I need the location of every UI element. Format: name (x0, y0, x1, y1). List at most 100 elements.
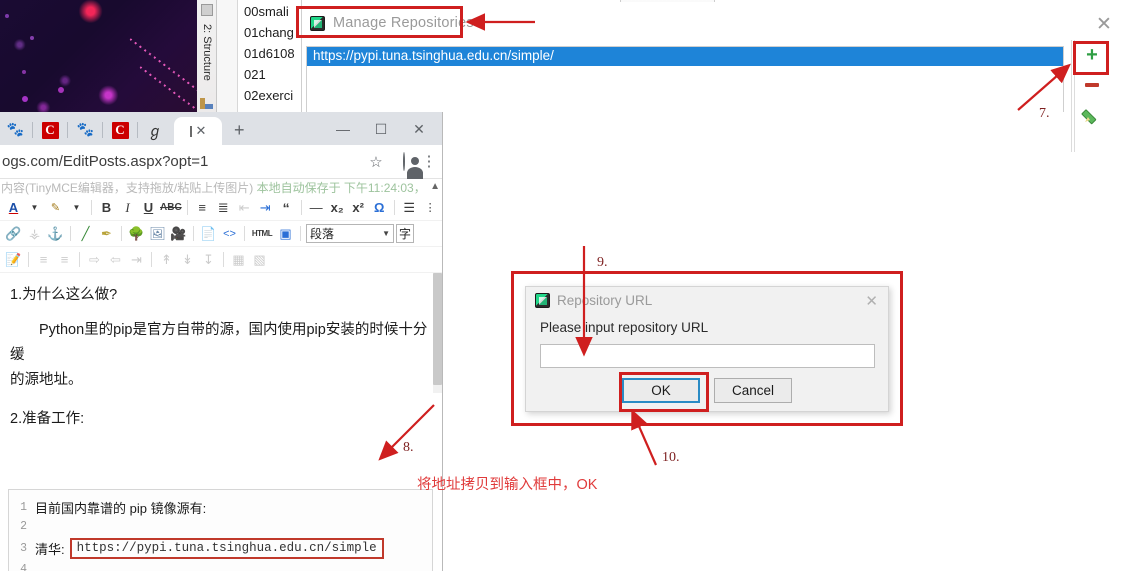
scrollbar-thumb[interactable] (433, 273, 442, 385)
html-button[interactable]: HTML (250, 224, 274, 244)
cnblogs-favicon-2[interactable]: C (109, 119, 131, 141)
repository-list-item-selected[interactable]: https://pypi.tuna.tsinghua.edu.cn/simple… (307, 47, 1063, 66)
new-tab-button[interactable]: + (234, 120, 245, 141)
outdent-button[interactable]: ⇤ (235, 198, 254, 218)
indent-b-button[interactable]: ⇦ (106, 250, 125, 270)
brush-button[interactable]: ✒ (97, 224, 116, 244)
insert-image-button[interactable]: 🖼 (148, 224, 167, 244)
close-icon[interactable]: ✕ (865, 292, 878, 310)
content-scrollbar[interactable] (433, 273, 442, 393)
close-window-button[interactable]: ✕ (400, 116, 438, 142)
browser-tabstrip: C C ℊ ✕ + — ☐ ✕ (0, 112, 442, 145)
font-button[interactable]: 字 (396, 224, 414, 243)
subscript-button[interactable]: x₂ (328, 198, 347, 218)
source-code-button[interactable]: <> (220, 224, 239, 244)
list-item[interactable]: 01chang (240, 21, 301, 42)
repository-list[interactable]: https://pypi.tuna.tsinghua.edu.cn/simple… (306, 46, 1064, 112)
special-char-button[interactable]: Ω (370, 198, 389, 218)
divider (193, 226, 194, 241)
unlink-button[interactable]: ⚶ (25, 224, 44, 244)
pencil-icon (1084, 107, 1100, 123)
fullscreen-button[interactable]: ▣ (276, 224, 295, 244)
sup-b-button[interactable]: ↡ (178, 250, 197, 270)
divider (79, 252, 80, 267)
baidu-favicon-2[interactable] (74, 119, 96, 141)
indent-c-button[interactable]: ⇥ (127, 250, 146, 270)
address-bar[interactable]: ogs.com/EditPosts.aspx?opt=1 ☆ ⋮ (0, 145, 442, 179)
repository-url-input[interactable] (540, 344, 875, 368)
chevron-down-icon-2[interactable]: ▼ (67, 198, 86, 218)
project-file-list[interactable]: 00smali 01chang 01d6108 021 02exerci (240, 0, 302, 112)
avatar-icon (403, 152, 405, 171)
sup-a-button[interactable]: ↟ (157, 250, 176, 270)
text-color-icon[interactable]: A (4, 198, 23, 218)
paste-word-button[interactable]: 📄 (199, 224, 218, 244)
code-line: 4 (15, 560, 426, 571)
paragraph-format-value: 段落 (310, 227, 335, 241)
overflow-icon[interactable]: ⋮ (421, 198, 440, 218)
align-button[interactable]: ☰ (400, 198, 419, 218)
table-b-button[interactable]: ▧ (250, 250, 269, 270)
cancel-button[interactable]: Cancel (714, 378, 792, 403)
align-left-button[interactable]: ≡ (34, 250, 53, 270)
annotation-step-8: 8. (403, 440, 414, 455)
line-number: 1 (20, 501, 27, 514)
divider (121, 226, 122, 241)
heading-2: 2.准备工作: (10, 411, 85, 427)
line-number: 3 (20, 541, 27, 555)
sub-button[interactable]: ↧ (199, 250, 218, 270)
numbered-list-button[interactable]: ≣ (214, 198, 233, 218)
cnblogs-favicon[interactable]: C (39, 119, 61, 141)
minimize-button[interactable]: — (324, 116, 362, 142)
underline-button[interactable]: U (139, 198, 158, 218)
bullet-list-button[interactable]: ≡ (193, 198, 212, 218)
eraser-button[interactable]: ╱ (76, 224, 95, 244)
close-tab-icon[interactable]: ✕ (196, 124, 207, 137)
prompt-label: Please input repository URL (540, 320, 709, 335)
mirror-url-tsinghua[interactable]: https://pypi.tuna.tsinghua.edu.cn/simple (69, 537, 384, 559)
url-text[interactable]: ogs.com/EditPosts.aspx?opt=1 (2, 153, 362, 170)
list-item[interactable]: 02exerci (240, 84, 301, 105)
profile-avatar[interactable] (390, 152, 418, 171)
tool-strip-icon (200, 98, 213, 109)
active-browser-tab[interactable]: ✕ (174, 117, 222, 145)
divider (137, 122, 138, 138)
insert-media-button[interactable]: 🎥 (169, 224, 188, 244)
structure-tool-strip[interactable]: 2: Structure (197, 0, 217, 112)
bold-button[interactable]: B (97, 198, 116, 218)
table-a-button[interactable]: ▦ (229, 250, 248, 270)
edit-repository-button[interactable] (1075, 100, 1109, 130)
annotation-step-10: 10. (662, 450, 680, 465)
list-item[interactable]: 00smali (240, 0, 301, 21)
tree-image-button[interactable]: 🌳 (127, 224, 146, 244)
list-item[interactable]: 01d6108 (240, 42, 301, 63)
paw-icon (77, 121, 94, 139)
line-number: 4 (20, 563, 27, 571)
chevron-down-icon[interactable]: ▼ (25, 198, 44, 218)
minus-icon (1085, 83, 1099, 87)
indent-a-button[interactable]: ⇨ (85, 250, 104, 270)
indent-button[interactable]: ⇥ (256, 198, 275, 218)
list-item[interactable]: 021 (240, 63, 301, 84)
close-icon[interactable]: ✕ (1094, 15, 1114, 36)
link-button[interactable]: 🔗 (4, 224, 23, 244)
maximize-button[interactable]: ☐ (362, 116, 400, 142)
script-favicon[interactable]: ℊ (144, 119, 166, 141)
scroll-up-icon[interactable]: ▲ (430, 181, 440, 192)
edit-note-button[interactable]: 📝 (4, 250, 23, 270)
star-icon[interactable]: ☆ (362, 153, 390, 171)
dialog-title: Repository URL (557, 293, 653, 308)
blockquote-button[interactable]: “ (277, 198, 296, 218)
chrome-browser-window: C C ℊ ✕ + — ☐ ✕ ogs.com/EditPosts.aspx?o… (0, 112, 443, 571)
strikethrough-button[interactable]: ABC (160, 198, 182, 218)
highlight-color-icon[interactable]: ✎ (46, 198, 65, 218)
italic-button[interactable]: I (118, 198, 137, 218)
paragraph-format-select[interactable]: 段落 ▼ (306, 224, 394, 243)
horizontal-rule-button[interactable]: — (307, 198, 326, 218)
superscript-button[interactable]: x² (349, 198, 368, 218)
code-label: 清华: (35, 541, 65, 557)
kebab-menu-icon[interactable]: ⋮ (418, 154, 440, 169)
anchor-button[interactable]: ⚓ (46, 224, 65, 244)
baidu-favicon[interactable] (4, 119, 26, 141)
align-right-button[interactable]: ≡ (55, 250, 74, 270)
